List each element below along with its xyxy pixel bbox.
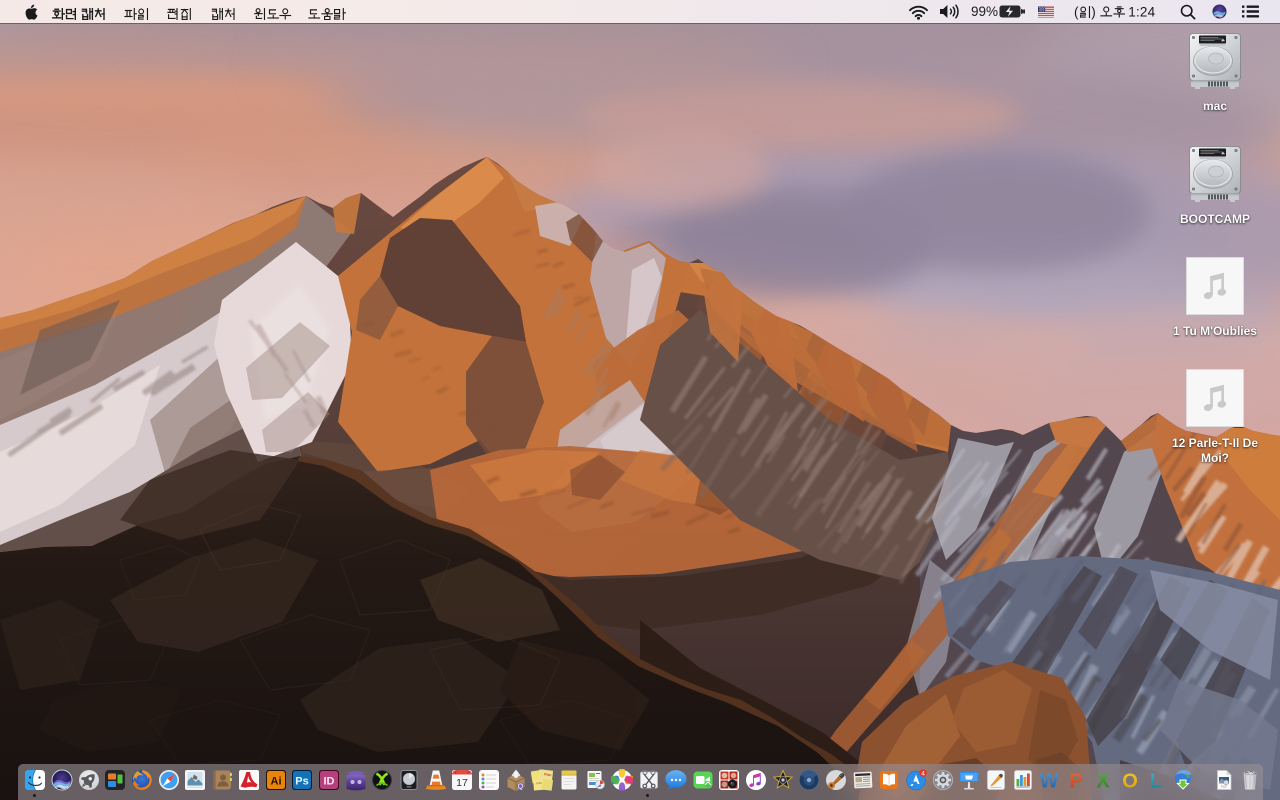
svg-text:L: L xyxy=(1150,771,1162,792)
svg-text:O: O xyxy=(1122,771,1138,792)
svg-text:Ps: Ps xyxy=(295,776,308,788)
svg-text:Q: Q xyxy=(517,784,523,791)
svg-text:note: note xyxy=(536,781,543,785)
svg-text:4: 4 xyxy=(921,770,925,777)
svg-text:W: W xyxy=(1040,771,1059,792)
svg-text:ID: ID xyxy=(323,776,334,788)
svg-text:P: P xyxy=(1069,771,1082,792)
svg-text:Plan: Plan xyxy=(544,772,552,777)
svg-text:PDF: PDF xyxy=(1220,785,1226,789)
svg-text:17: 17 xyxy=(457,777,469,789)
svg-text:X: X xyxy=(1096,771,1110,792)
svg-text:Ai: Ai xyxy=(270,776,281,788)
